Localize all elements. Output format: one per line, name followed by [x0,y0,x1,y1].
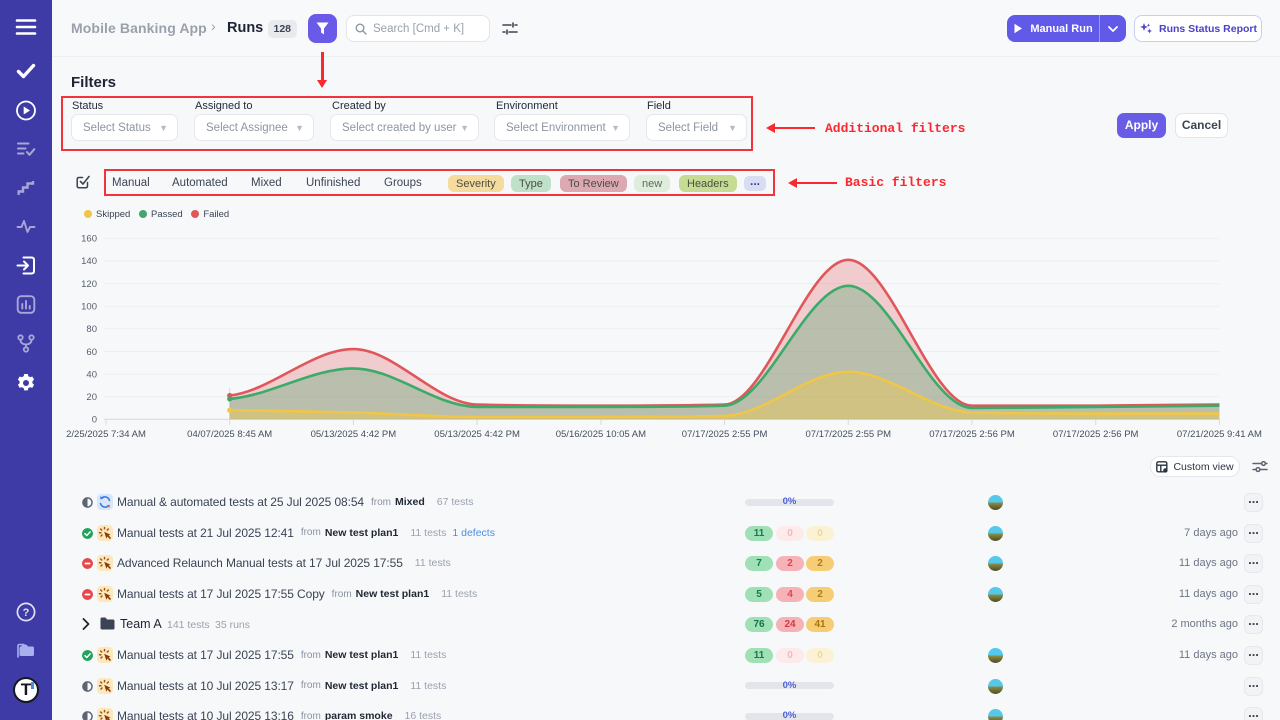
svg-text:05/16/2025 10:05 AM: 05/16/2025 10:05 AM [556,429,646,440]
svg-text:07/17/2025 2:55 PM: 07/17/2025 2:55 PM [682,429,768,440]
svg-text:07/17/2025 2:55 PM: 07/17/2025 2:55 PM [806,429,892,440]
svg-text:2/25/2025 7:34 AM: 2/25/2025 7:34 AM [66,429,146,440]
svg-text:04/07/2025 8:45 AM: 04/07/2025 8:45 AM [187,429,272,440]
svg-text:160: 160 [81,234,97,245]
svg-text:05/13/2025 4:42 PM: 05/13/2025 4:42 PM [311,429,397,440]
svg-text:140: 140 [81,256,97,267]
svg-text:80: 80 [86,324,97,335]
svg-text:60: 60 [86,347,97,358]
svg-text:120: 120 [81,279,97,290]
svg-text:20: 20 [86,392,97,403]
svg-text:40: 40 [86,369,97,380]
svg-text:05/13/2025 4:42 PM: 05/13/2025 4:42 PM [434,429,520,440]
svg-text:0: 0 [92,415,97,426]
svg-text:07/21/2025 9:41 AM: 07/21/2025 9:41 AM [1177,429,1262,440]
svg-text:100: 100 [81,302,97,313]
svg-text:?: ? [23,607,30,619]
svg-text:07/17/2025 2:56 PM: 07/17/2025 2:56 PM [929,429,1015,440]
svg-text:07/17/2025 2:56 PM: 07/17/2025 2:56 PM [1053,429,1139,440]
